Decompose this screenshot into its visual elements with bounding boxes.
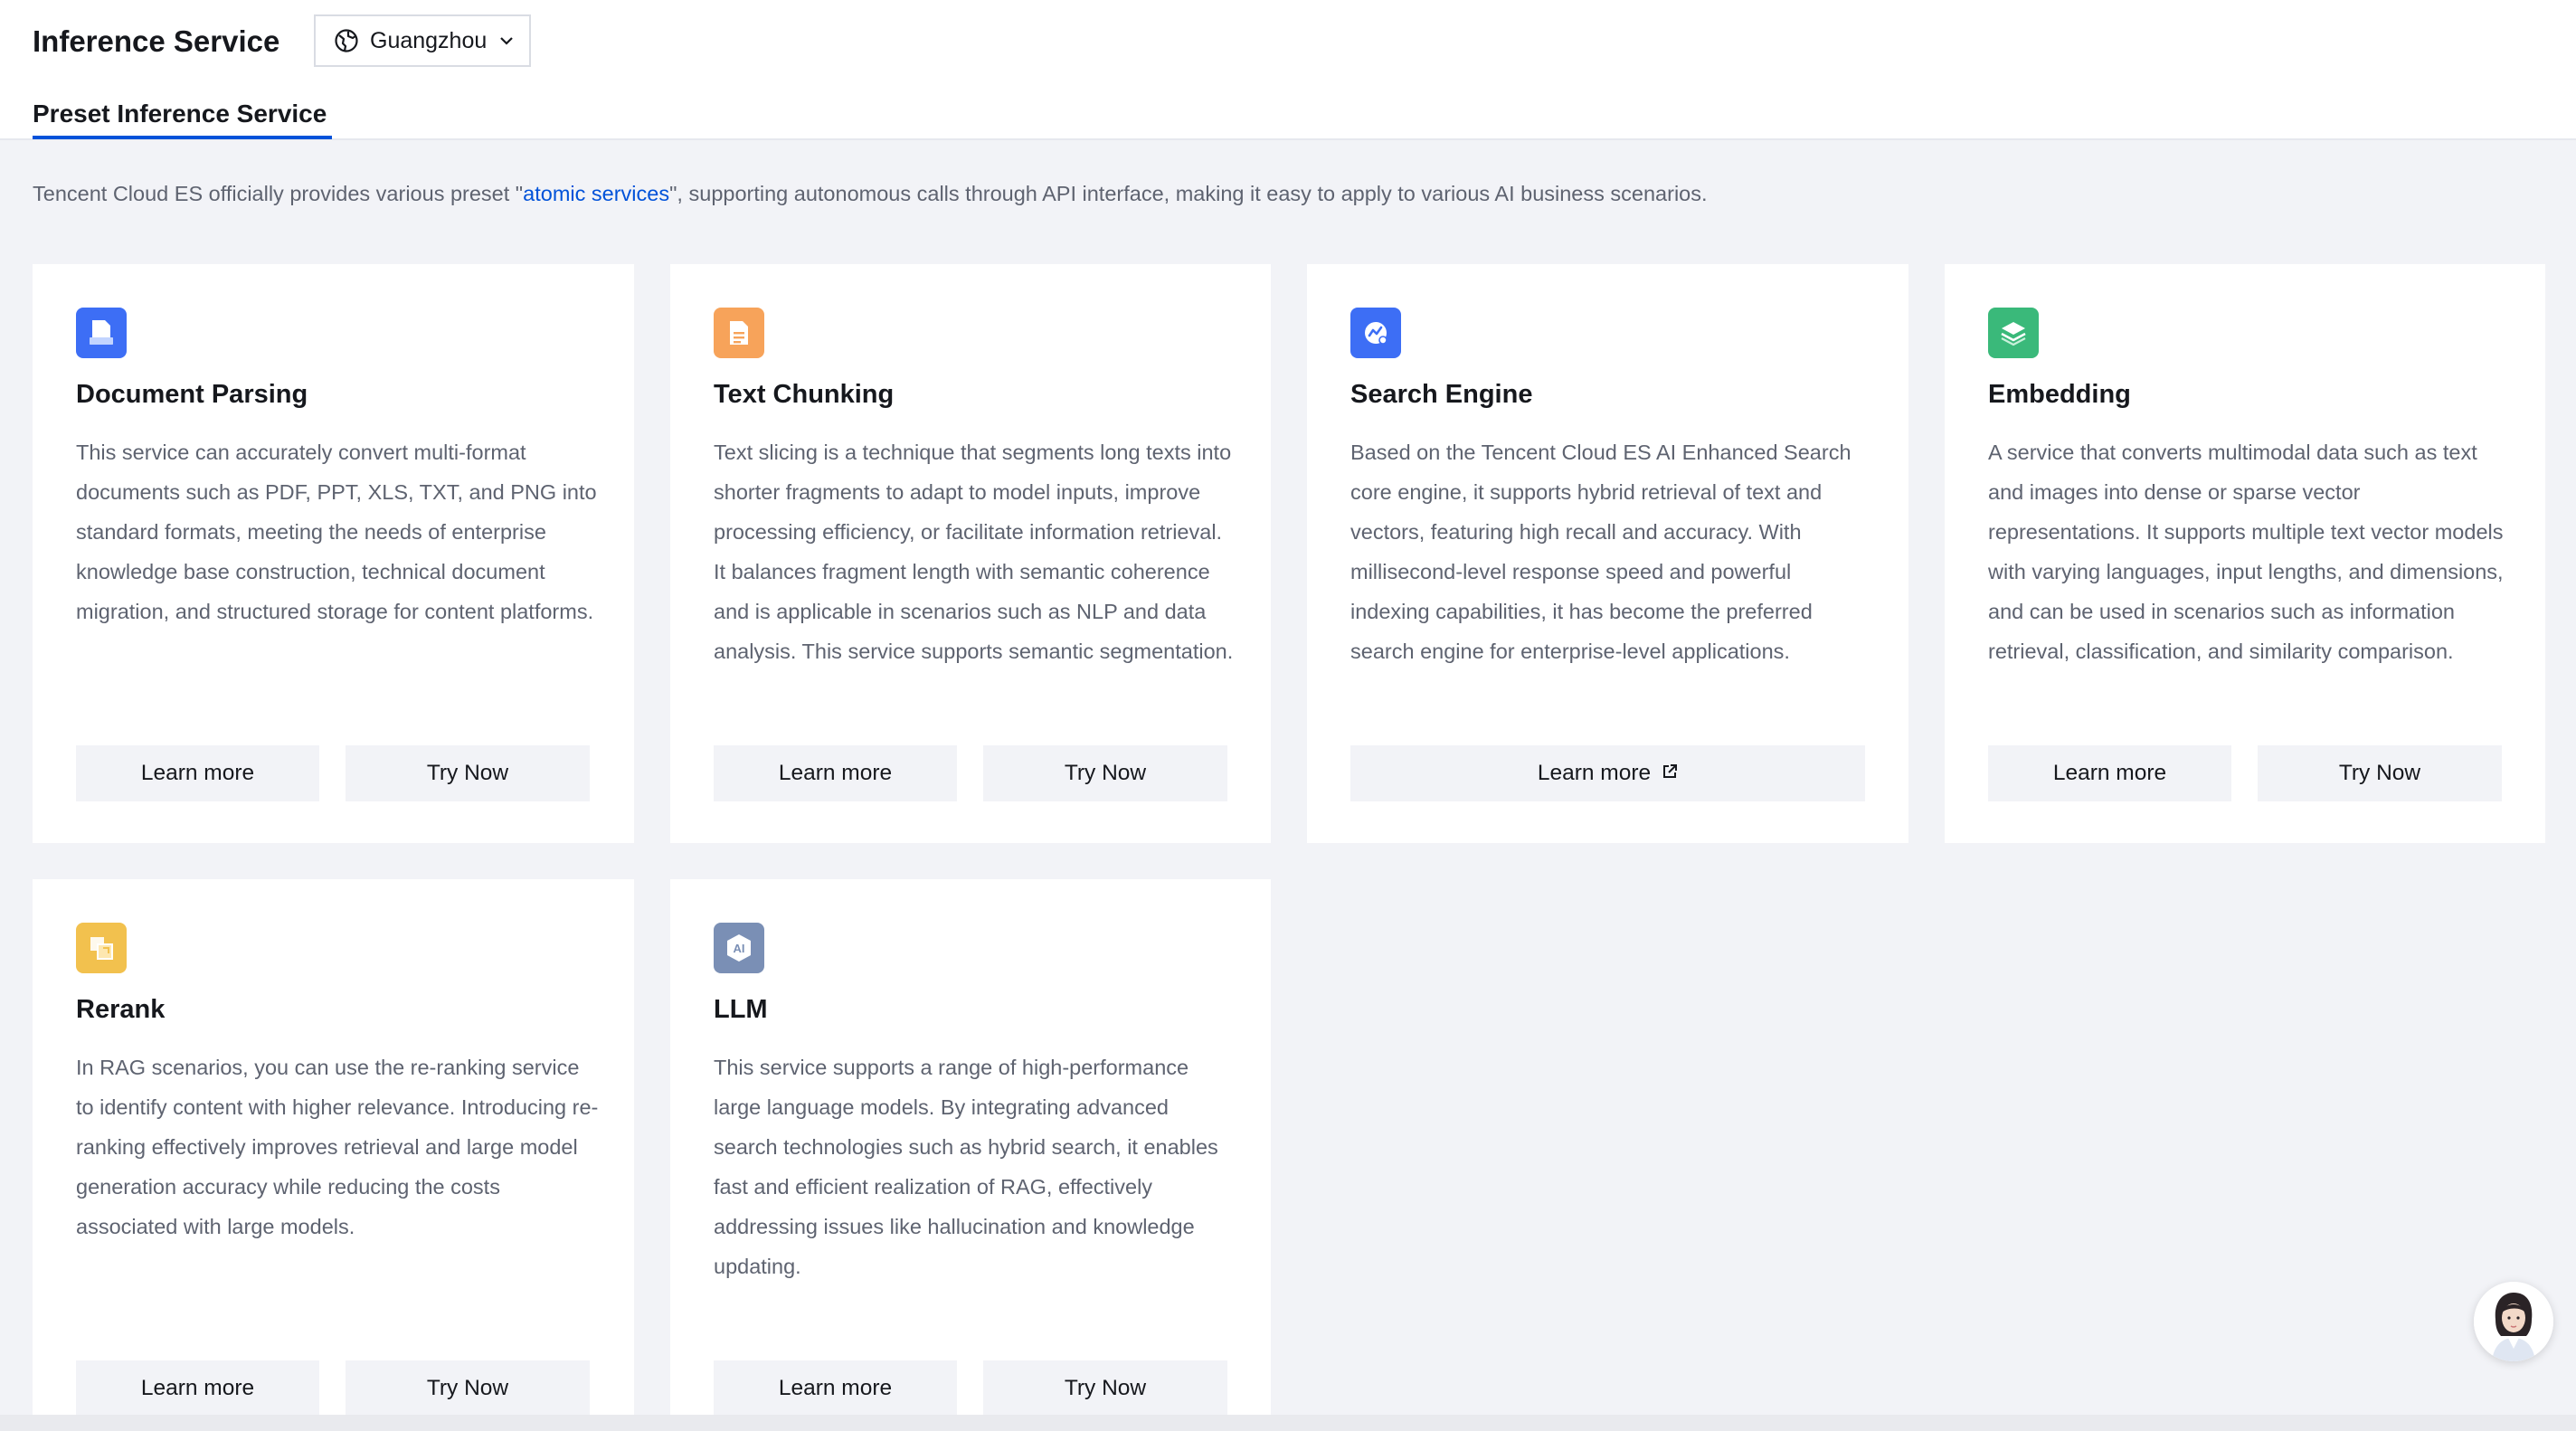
service-card-rerank: Rerank In RAG scenarios, you can use the…: [33, 879, 634, 1417]
card-description: This service can accurately convert mult…: [76, 441, 597, 623]
learn-more-button[interactable]: Learn more: [1350, 745, 1865, 801]
avatar: [2474, 1282, 2553, 1361]
service-card-text-chunking: Text Chunking Text slicing is a techniqu…: [670, 264, 1271, 843]
chevron-down-icon: [497, 32, 516, 50]
button-label: Try Now: [1064, 761, 1147, 785]
tab-preset-inference-service[interactable]: Preset Inference Service: [33, 92, 327, 137]
card-description: Based on the Tencent Cloud ES AI Enhance…: [1350, 441, 1852, 663]
assistant-avatar-button[interactable]: [2474, 1282, 2553, 1361]
search-engine-icon: [1350, 308, 1401, 358]
learn-more-button[interactable]: Learn more: [76, 1360, 319, 1417]
card-description: This service supports a range of high-pe…: [714, 1056, 1218, 1278]
service-card-embedding: Embedding A service that converts multim…: [1945, 264, 2545, 843]
button-label: Try Now: [426, 761, 509, 785]
try-now-button[interactable]: Try Now: [983, 1360, 1227, 1417]
learn-more-button[interactable]: Learn more: [714, 745, 957, 801]
external-link-icon: [1662, 761, 1678, 786]
card-title: LLM: [714, 995, 768, 1024]
intro-text: Tencent Cloud ES officially provides var…: [33, 177, 1708, 210]
svg-text:AI: AI: [734, 942, 745, 955]
try-now-button[interactable]: Try Now: [346, 745, 590, 801]
page-title: Inference Service: [33, 24, 280, 58]
card-title: Rerank: [76, 995, 166, 1024]
bottom-scroll-edge: [0, 1415, 2576, 1431]
text-chunk-icon: [714, 308, 764, 358]
region-selector[interactable]: Guangzhou: [314, 14, 531, 67]
service-card-document-parsing: Document Parsing This service can accura…: [33, 264, 634, 843]
button-label: Learn more: [2052, 761, 2167, 785]
intro-prefix: Tencent Cloud ES officially provides var…: [33, 182, 524, 205]
button-label: Try Now: [1064, 1376, 1147, 1400]
card-description: A service that converts multimodal data …: [1988, 441, 2504, 663]
learn-more-button[interactable]: Learn more: [714, 1360, 957, 1417]
button-label: Learn more: [778, 761, 893, 785]
button-label: Learn more: [140, 761, 255, 785]
page-header: Inference Service Guangzhou Preset Infer…: [0, 0, 2576, 140]
service-card-llm: AI LLM This service supports a range of …: [670, 879, 1271, 1417]
document-icon: [76, 308, 127, 358]
button-label: Learn more: [140, 1376, 255, 1400]
card-description: Text slicing is a technique that segment…: [714, 441, 1234, 663]
globe-icon: [334, 28, 359, 53]
card-title: Text Chunking: [714, 380, 895, 409]
tab-active-indicator: [33, 136, 332, 139]
card-title: Document Parsing: [76, 380, 308, 409]
try-now-button[interactable]: Try Now: [346, 1360, 590, 1417]
try-now-button[interactable]: Try Now: [2258, 745, 2502, 801]
try-now-button[interactable]: Try Now: [983, 745, 1227, 801]
learn-more-button[interactable]: Learn more: [1988, 745, 2231, 801]
learn-more-button[interactable]: Learn more: [76, 745, 319, 801]
button-label: Learn more: [1537, 761, 1652, 785]
button-label: Try Now: [2338, 761, 2421, 785]
ai-icon: AI: [714, 923, 764, 973]
button-label: Try Now: [426, 1376, 509, 1400]
intro-suffix: ", supporting autonomous calls through A…: [669, 182, 1708, 205]
card-title: Search Engine: [1350, 380, 1533, 409]
button-label: Learn more: [778, 1376, 893, 1400]
card-description: In RAG scenarios, you can use the re-ran…: [76, 1056, 599, 1238]
rerank-icon: [76, 923, 127, 973]
card-title: Embedding: [1988, 380, 2131, 409]
service-card-search-engine: Search Engine Based on the Tencent Cloud…: [1307, 264, 1908, 843]
atomic-services-link[interactable]: atomic services: [523, 182, 669, 205]
region-value: Guangzhou: [370, 27, 488, 53]
layers-icon: [1988, 308, 2039, 358]
